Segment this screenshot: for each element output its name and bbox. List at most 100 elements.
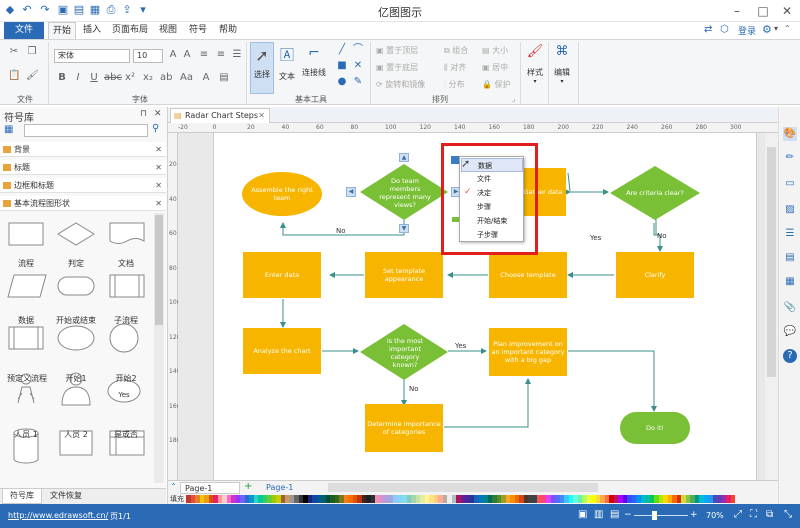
- close-icon[interactable]: ✕: [155, 160, 162, 175]
- library-scrollbar[interactable]: [154, 213, 164, 483]
- font-size-select[interactable]: 10: [133, 49, 163, 63]
- rectangle-tool-icon[interactable]: ■: [336, 60, 348, 72]
- current-page-tab[interactable]: Page-1: [260, 482, 320, 494]
- category-basic-flowchart[interactable]: 基本流程图形状 ✕: [0, 196, 166, 211]
- line-panel-icon[interactable]: ✏: [783, 151, 797, 165]
- align-center-icon[interactable]: ≡: [198, 49, 210, 61]
- shape-document[interactable]: [109, 222, 145, 244]
- tab-symbol[interactable]: 符号: [186, 22, 210, 39]
- text-block-icon[interactable]: ▤: [218, 72, 230, 84]
- customize-qa-icon[interactable]: ▾: [136, 3, 150, 17]
- quick-connect-left-icon[interactable]: ◀: [346, 187, 356, 197]
- open-file-icon[interactable]: ▤: [72, 3, 86, 17]
- cut-icon[interactable]: ✂: [8, 46, 20, 58]
- format-painter-icon[interactable]: 🖌: [26, 70, 39, 82]
- comment-panel-icon[interactable]: 💬: [783, 325, 797, 339]
- scrollbar-thumb[interactable]: [767, 147, 776, 377]
- close-icon[interactable]: ✕: [155, 178, 162, 193]
- text-tool-button[interactable]: 🄰 文本: [276, 42, 298, 94]
- present-icon[interactable]: ⧉: [766, 509, 773, 520]
- select-tool-button[interactable]: ➚ 选择: [250, 42, 274, 94]
- shape-process[interactable]: [8, 222, 44, 246]
- distribute-button[interactable]: ⫶ 分布: [444, 79, 465, 90]
- zoom-slider-thumb[interactable]: [652, 511, 657, 520]
- tab-view[interactable]: 视图: [156, 22, 180, 39]
- close-icon[interactable]: ✕: [155, 196, 162, 211]
- tab-page-layout[interactable]: 页面布局: [110, 22, 150, 39]
- share-icon[interactable]: ⇄: [704, 24, 716, 36]
- bring-front-button[interactable]: ▣ 置于顶层: [376, 45, 418, 56]
- paste-icon[interactable]: 📋: [8, 70, 20, 82]
- attachment-panel-icon[interactable]: 📎: [783, 301, 797, 315]
- expand-icon[interactable]: ⤡: [784, 509, 792, 520]
- fill-panel-icon[interactable]: 🎨: [783, 127, 797, 141]
- new-file-icon[interactable]: ▣: [56, 3, 70, 17]
- node-do-it[interactable]: Do it!: [620, 412, 690, 444]
- shape-start1[interactable]: [57, 325, 95, 351]
- ellipse-tool-icon[interactable]: ●: [336, 76, 348, 88]
- rotate-mirror-button[interactable]: ⟳ 旋转和镜像: [376, 79, 425, 90]
- vertical-scrollbar[interactable]: [765, 133, 778, 480]
- tab-insert[interactable]: 插入: [80, 22, 104, 39]
- shadow-panel-icon[interactable]: ▭: [783, 177, 797, 191]
- add-page-icon[interactable]: +: [244, 481, 252, 492]
- symbol-search-input[interactable]: [24, 124, 148, 137]
- node-choose-template[interactable]: Choose template: [489, 252, 567, 298]
- category-border-title[interactable]: 边框和标题 ✕: [0, 178, 166, 193]
- shape-data[interactable]: [7, 274, 47, 298]
- protect-button[interactable]: 🔒 保护: [482, 79, 511, 90]
- login-link[interactable]: 登录: [738, 24, 756, 37]
- tab-symbol-library[interactable]: 符号库: [2, 489, 42, 504]
- node-enter-data[interactable]: Enter data: [243, 252, 321, 298]
- fit-page-icon[interactable]: ▥: [594, 509, 603, 520]
- close-icon[interactable]: ✕: [154, 109, 162, 119]
- align-button[interactable]: ⫼ 对齐: [444, 62, 466, 73]
- page-panel-icon[interactable]: ▤: [783, 251, 797, 265]
- print-icon[interactable]: ⎙: [104, 3, 118, 17]
- publish-icon[interactable]: ⬡: [720, 24, 732, 36]
- shape-start-end[interactable]: [57, 276, 95, 296]
- connector-tool-button[interactable]: ⌐ 连接线: [300, 42, 328, 94]
- website-link[interactable]: http://www.edrawsoft.cn/: [8, 511, 108, 520]
- search-icon[interactable]: ⚲: [152, 123, 159, 134]
- category-background[interactable]: 背景 ✕: [0, 142, 166, 157]
- shape-decision[interactable]: [57, 222, 95, 246]
- scrollbar-thumb[interactable]: [155, 215, 163, 325]
- quick-connect-down-icon[interactable]: ▼: [399, 224, 409, 233]
- close-icon[interactable]: ✕: [155, 142, 162, 157]
- node-determine-importance[interactable]: Determine importance of categories: [365, 404, 443, 452]
- zoom-slider[interactable]: [634, 515, 688, 516]
- style-button[interactable]: 🖌 样式 ▾: [524, 44, 546, 94]
- node-plan-improvement[interactable]: Plan improvement on an important categor…: [489, 328, 567, 376]
- text-color-icon[interactable]: A: [200, 72, 212, 84]
- font-color-icon[interactable]: ab: [160, 72, 172, 84]
- full-width-icon[interactable]: ▤: [610, 509, 619, 520]
- pencil-tool-icon[interactable]: ✎: [352, 76, 364, 88]
- fullscreen-icon[interactable]: ⛶: [750, 509, 757, 520]
- subscript-icon[interactable]: x₂: [142, 72, 154, 84]
- single-page-view-icon[interactable]: ▣: [578, 509, 587, 520]
- save-icon[interactable]: ▦: [88, 3, 102, 17]
- chevron-down-icon[interactable]: ▾: [774, 24, 778, 33]
- bold-icon[interactable]: B: [56, 72, 68, 84]
- undo-icon[interactable]: ↶: [20, 3, 34, 17]
- color-swatch[interactable]: [730, 495, 735, 503]
- image-panel-icon[interactable]: ▨: [783, 203, 797, 217]
- superscript-icon[interactable]: x²: [124, 72, 136, 84]
- underline-icon[interactable]: U: [88, 72, 100, 84]
- shrink-font-icon[interactable]: A: [181, 49, 193, 61]
- collapse-ribbon-icon[interactable]: ⌃: [784, 24, 791, 33]
- minimize-button[interactable]: –: [724, 2, 750, 20]
- strikethrough-icon[interactable]: abc: [104, 72, 122, 84]
- data-panel-icon[interactable]: ▦: [783, 275, 797, 289]
- page-tab[interactable]: Page-1: [180, 482, 240, 494]
- curve-tool-icon[interactable]: ⌒: [352, 44, 364, 56]
- group-button[interactable]: ⧉ 组合: [444, 45, 468, 56]
- redo-icon[interactable]: ↷: [38, 3, 52, 17]
- quick-connect-up-icon[interactable]: ▲: [399, 153, 409, 162]
- case-icon[interactable]: Aa: [180, 72, 193, 84]
- zoom-out-icon[interactable]: −: [624, 510, 632, 520]
- layer-panel-icon[interactable]: ☰: [783, 227, 797, 241]
- node-assemble-team[interactable]: Assemble the right team: [242, 172, 322, 216]
- document-tab[interactable]: ▤ Radar Chart Steps ✕: [170, 108, 270, 123]
